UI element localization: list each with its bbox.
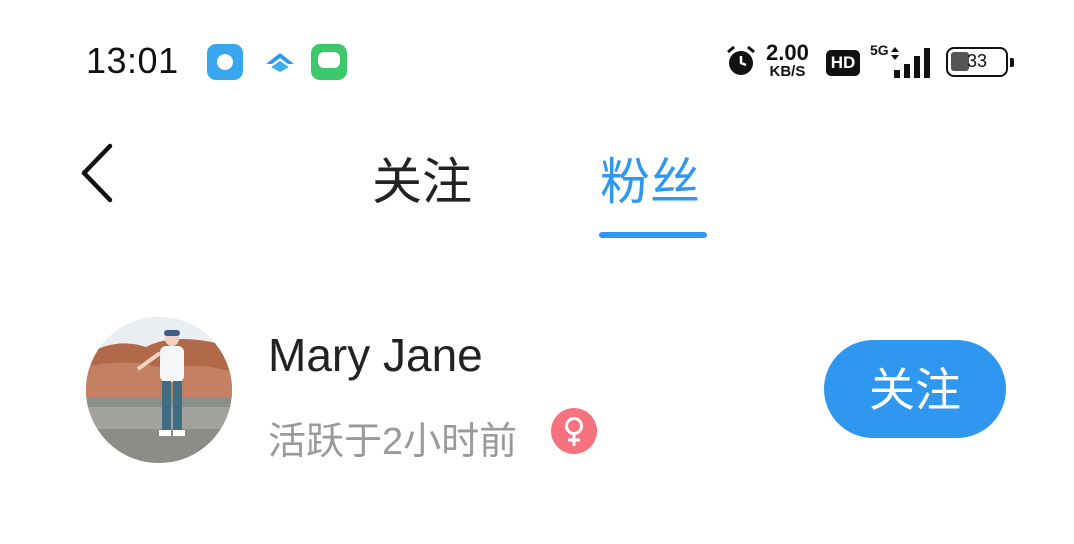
signal-icon (891, 47, 930, 78)
follow-button[interactable]: 关注 (824, 340, 1006, 438)
back-arrow-icon[interactable] (74, 140, 124, 210)
active-tab-indicator (599, 232, 707, 238)
app-icon-bird (262, 44, 298, 80)
hd-badge: HD (826, 50, 860, 76)
activity-status: 活跃于2小时前 (268, 421, 518, 463)
female-icon (551, 408, 597, 454)
avatar[interactable] (86, 317, 232, 463)
network-speed-value: 2.00 (766, 40, 809, 65)
user-name[interactable]: Mary Jane (268, 328, 483, 382)
alarm-icon (727, 45, 755, 75)
tab-fans[interactable]: 粉丝 (600, 142, 700, 214)
battery-icon: 33 (946, 47, 1014, 77)
network-speed-unit: KB/S (769, 63, 806, 80)
messages-icon (311, 44, 347, 80)
app-icon-blue (207, 44, 243, 80)
status-time: 13:01 (86, 40, 179, 81)
status-bar: 13:01 2.00 KB/S HD 5G 33 (0, 0, 1074, 120)
network-speed: 2.00 KB/S (766, 42, 809, 80)
battery-level-text: 33 (966, 51, 988, 71)
tab-following[interactable]: 关注 (372, 142, 472, 214)
network-type: 5G (870, 42, 889, 58)
